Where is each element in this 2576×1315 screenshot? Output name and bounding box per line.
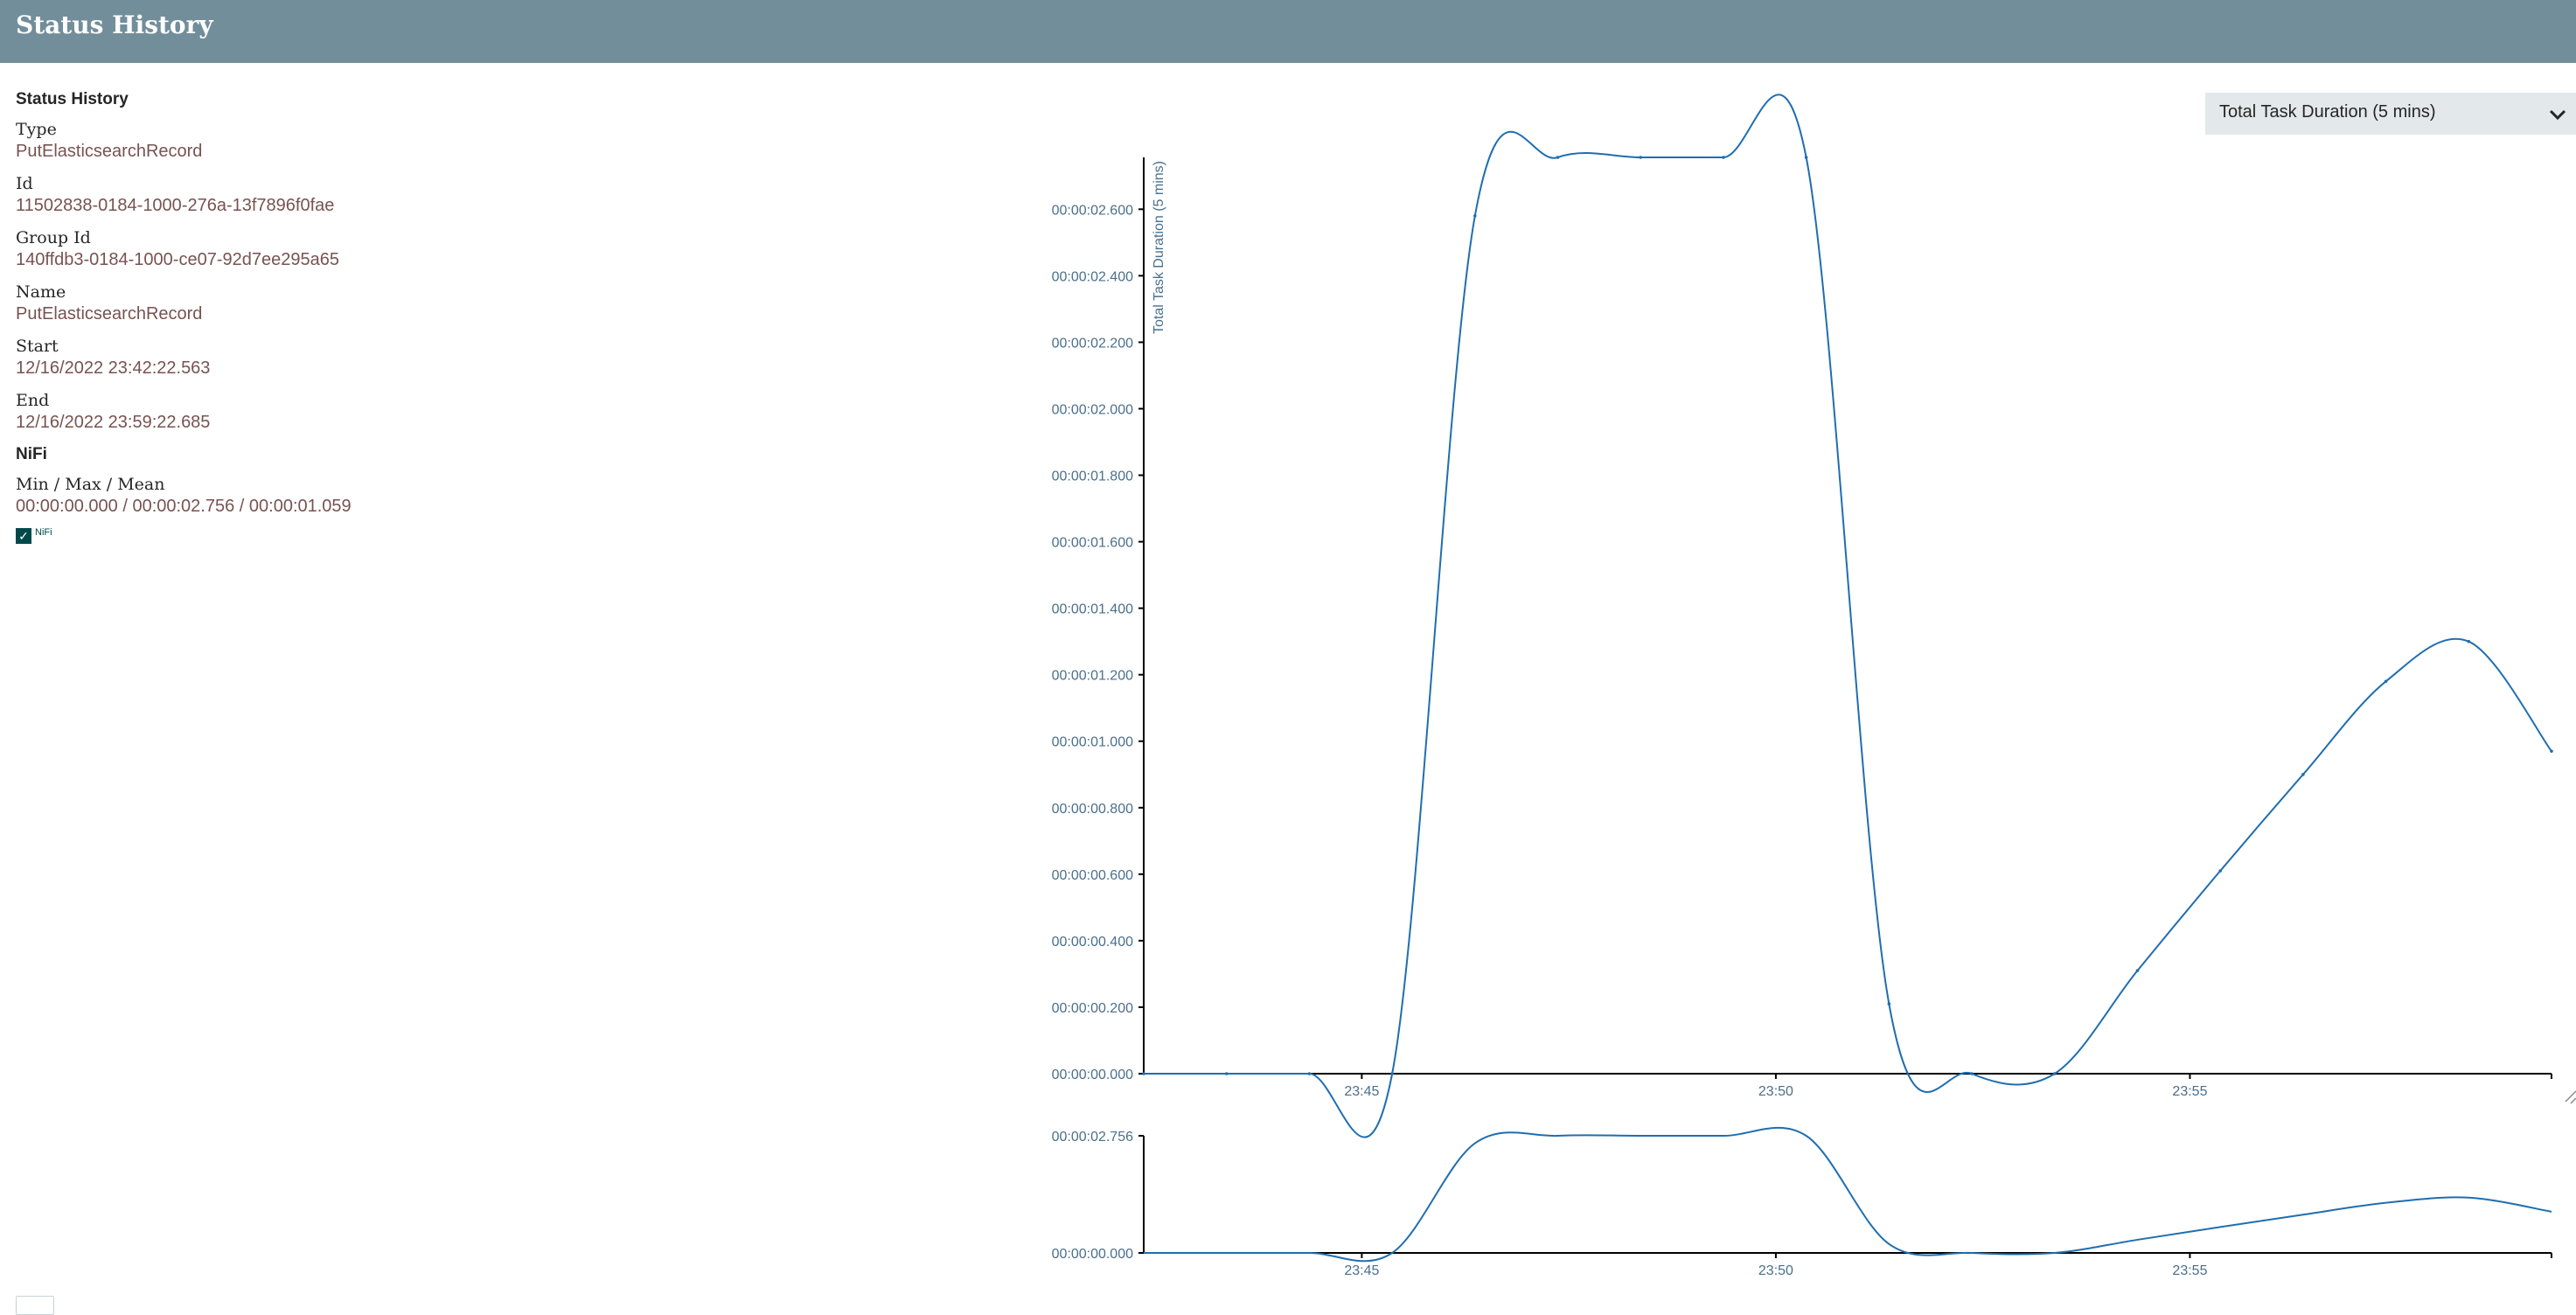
x-tick-label: 23:55 xyxy=(2172,1084,2207,1099)
data-point xyxy=(1722,156,1725,159)
y-tick-label: 00:00:01.600 xyxy=(1052,536,1134,551)
metric-select-value: Total Task Duration (5 mins) xyxy=(2219,102,2436,122)
legend-label: NiFi xyxy=(35,527,52,538)
x-tick-label: 23:50 xyxy=(1758,1084,1793,1099)
field-label: Group Id xyxy=(16,228,91,247)
y-tick-label: 00:00:02.600 xyxy=(1052,203,1134,218)
field-name: Name PutElasticsearchRecord xyxy=(16,282,540,325)
field-label: Id xyxy=(16,174,33,193)
data-point xyxy=(1970,1072,1974,1075)
data-point xyxy=(1804,156,1808,159)
y-tick-label: 00:00:01.000 xyxy=(1052,735,1134,750)
field-end: End 12/16/2022 23:59:22.685 xyxy=(16,390,540,434)
field-value: 11502838-0184-1000-276a-13f7896f0fae xyxy=(16,196,335,215)
y-tick-label: 00:00:02.000 xyxy=(1052,402,1134,417)
x-tick-label: 23:55 xyxy=(2172,1263,2207,1278)
y-tick-label: 00:00:01.200 xyxy=(1052,669,1134,684)
resize-handle-line xyxy=(2570,1097,2576,1104)
y-tick-label: 00:00:02.400 xyxy=(1052,269,1134,284)
field-id: Id 11502838-0184-1000-276a-13f7896f0fae xyxy=(16,173,540,217)
page-title: Status History xyxy=(16,10,213,39)
y-tick-label: 00:00:01.800 xyxy=(1052,470,1134,484)
data-point xyxy=(2550,749,2553,753)
data-point xyxy=(2218,869,2222,873)
data-point xyxy=(2135,969,2140,972)
data-point xyxy=(1556,156,1560,159)
status-history-title: Status History xyxy=(16,90,129,108)
y-tick-label: 00:00:01.400 xyxy=(1052,602,1134,617)
field-value: PutElasticsearchRecord xyxy=(16,304,203,324)
data-point xyxy=(2467,639,2471,644)
x-tick-label: 23:50 xyxy=(1758,1263,1793,1278)
data-point xyxy=(2384,679,2388,684)
cluster-title: NiFi xyxy=(16,445,47,463)
field-label: Type xyxy=(16,120,57,139)
y-tick-label: 00:00:02.756 xyxy=(1052,1130,1134,1145)
data-point xyxy=(2301,772,2305,776)
field-label: End xyxy=(16,391,50,410)
data-point xyxy=(1390,1072,1394,1075)
y-tick-label: 00:00:00.000 xyxy=(1052,1068,1134,1082)
resize-handle-line xyxy=(2565,1090,2576,1103)
series-line xyxy=(1143,94,2552,1138)
data-point xyxy=(1473,214,1477,218)
data-point xyxy=(1142,1072,1145,1075)
legend-item-nifi[interactable]: ✓ NiFi xyxy=(16,527,540,544)
legend-checkbox[interactable]: ✓ xyxy=(16,528,31,544)
data-point xyxy=(1639,156,1643,159)
info-panel: Status History Type PutElasticsearchReco… xyxy=(16,89,540,544)
data-point xyxy=(2052,1072,2057,1075)
field-type: Type PutElasticsearchRecord xyxy=(16,119,540,163)
stats-value: 00:00:00.000 / 00:00:02.756 / 00:00:01.0… xyxy=(16,497,352,516)
field-start: Start 12/16/2022 23:42:22.563 xyxy=(16,336,540,379)
y-tick-label: 00:00:02.200 xyxy=(1052,336,1134,351)
metric-select[interactable]: Total Task Duration (5 mins) xyxy=(2205,93,2576,135)
field-label: Start xyxy=(16,337,59,356)
x-tick-label: 23:45 xyxy=(1344,1084,1379,1099)
y-tick-label: 00:00:00.000 xyxy=(1052,1247,1134,1262)
header-bar: Status History xyxy=(0,0,2576,63)
stats-label: Min / Max / Mean xyxy=(16,475,165,494)
toggle-button[interactable] xyxy=(16,1296,54,1315)
field-label: Name xyxy=(16,282,66,302)
data-point xyxy=(1307,1072,1312,1075)
y-tick-label: 00:00:00.200 xyxy=(1052,1001,1134,1016)
y-tick-label: 00:00:00.400 xyxy=(1052,935,1134,950)
field-group-id: Group Id 140ffdb3-0184-1000-ce07-92d7ee2… xyxy=(16,227,540,271)
field-value: 12/16/2022 23:42:22.563 xyxy=(16,358,211,378)
x-tick-label: 23:45 xyxy=(1344,1263,1379,1278)
field-value: 12/16/2022 23:59:22.685 xyxy=(16,413,211,432)
y-tick-label: 00:00:00.600 xyxy=(1052,868,1134,883)
chevron-down-icon xyxy=(2549,109,2566,121)
y-tick-label: 00:00:00.800 xyxy=(1052,802,1134,817)
data-point xyxy=(1887,1002,1891,1005)
y-axis-label: Total Task Duration (5 mins) xyxy=(1152,161,1166,334)
field-value: PutElasticsearchRecord xyxy=(16,142,203,161)
series-line xyxy=(1144,1126,2552,1263)
field-value: 140ffdb3-0184-1000-ce07-92d7ee295a65 xyxy=(16,250,339,269)
data-point xyxy=(1224,1072,1229,1075)
